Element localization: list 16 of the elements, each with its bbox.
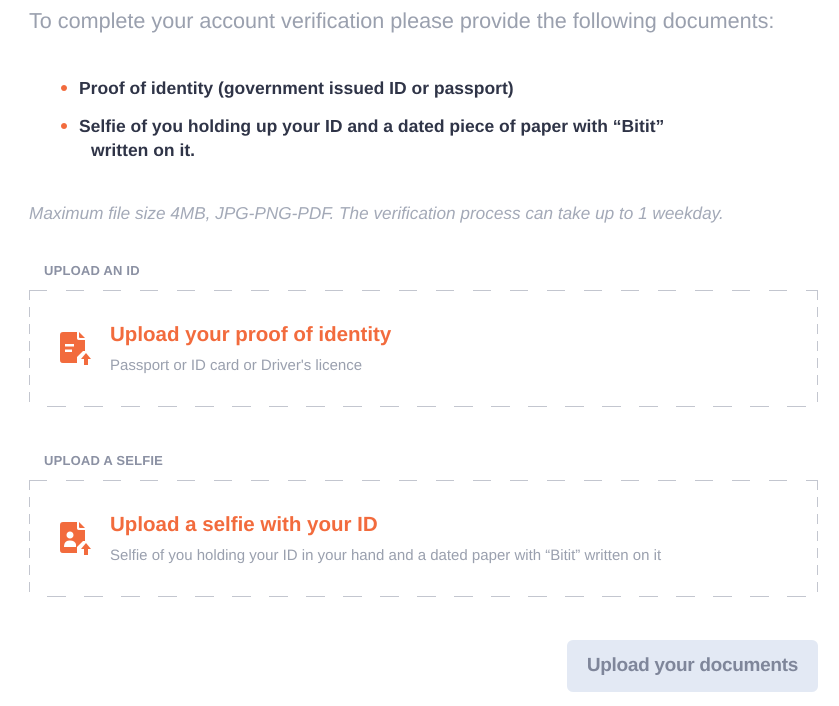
document-upload-icon — [60, 332, 91, 365]
upload-dropzone[interactable]: Upload a selfie with your ID Selfie of you holding your ID in your hand and a dated paper with “Bitit” written on it — [29, 480, 818, 597]
bullet-icon — [61, 85, 67, 91]
person-document-upload-icon — [60, 522, 91, 555]
upload-title: Upload your proof of identity — [110, 322, 392, 348]
intro-text: To complete your account verification please provide the following documents: — [29, 7, 776, 35]
file-size-note: Maximum file size 4MB, JPG-PNG-PDF. The verification process can take up to 1 weekday. — [29, 202, 725, 224]
requirement-text: Selfie of you holding up your ID and a dated piece of paper with “Bitit” written on it. — [79, 115, 666, 162]
bullet-icon — [61, 123, 67, 129]
requirement-text: Proof of identity (government issued ID or passport) — [79, 77, 514, 100]
upload-title: Upload a selfie with your ID — [110, 512, 379, 538]
section-label: UPLOAD AN ID — [44, 263, 140, 279]
section-label: UPLOAD A SELFIE — [44, 453, 164, 469]
upload-hint: Selfie of you holding your ID in your hand and a dated paper with “Bitit” written on it — [110, 546, 662, 566]
upload-hint: Passport or ID card or Driver's licence — [110, 356, 364, 376]
upload-dropzone[interactable]: Upload your proof of identity Passport or ID card or Driver's licence — [29, 290, 818, 407]
